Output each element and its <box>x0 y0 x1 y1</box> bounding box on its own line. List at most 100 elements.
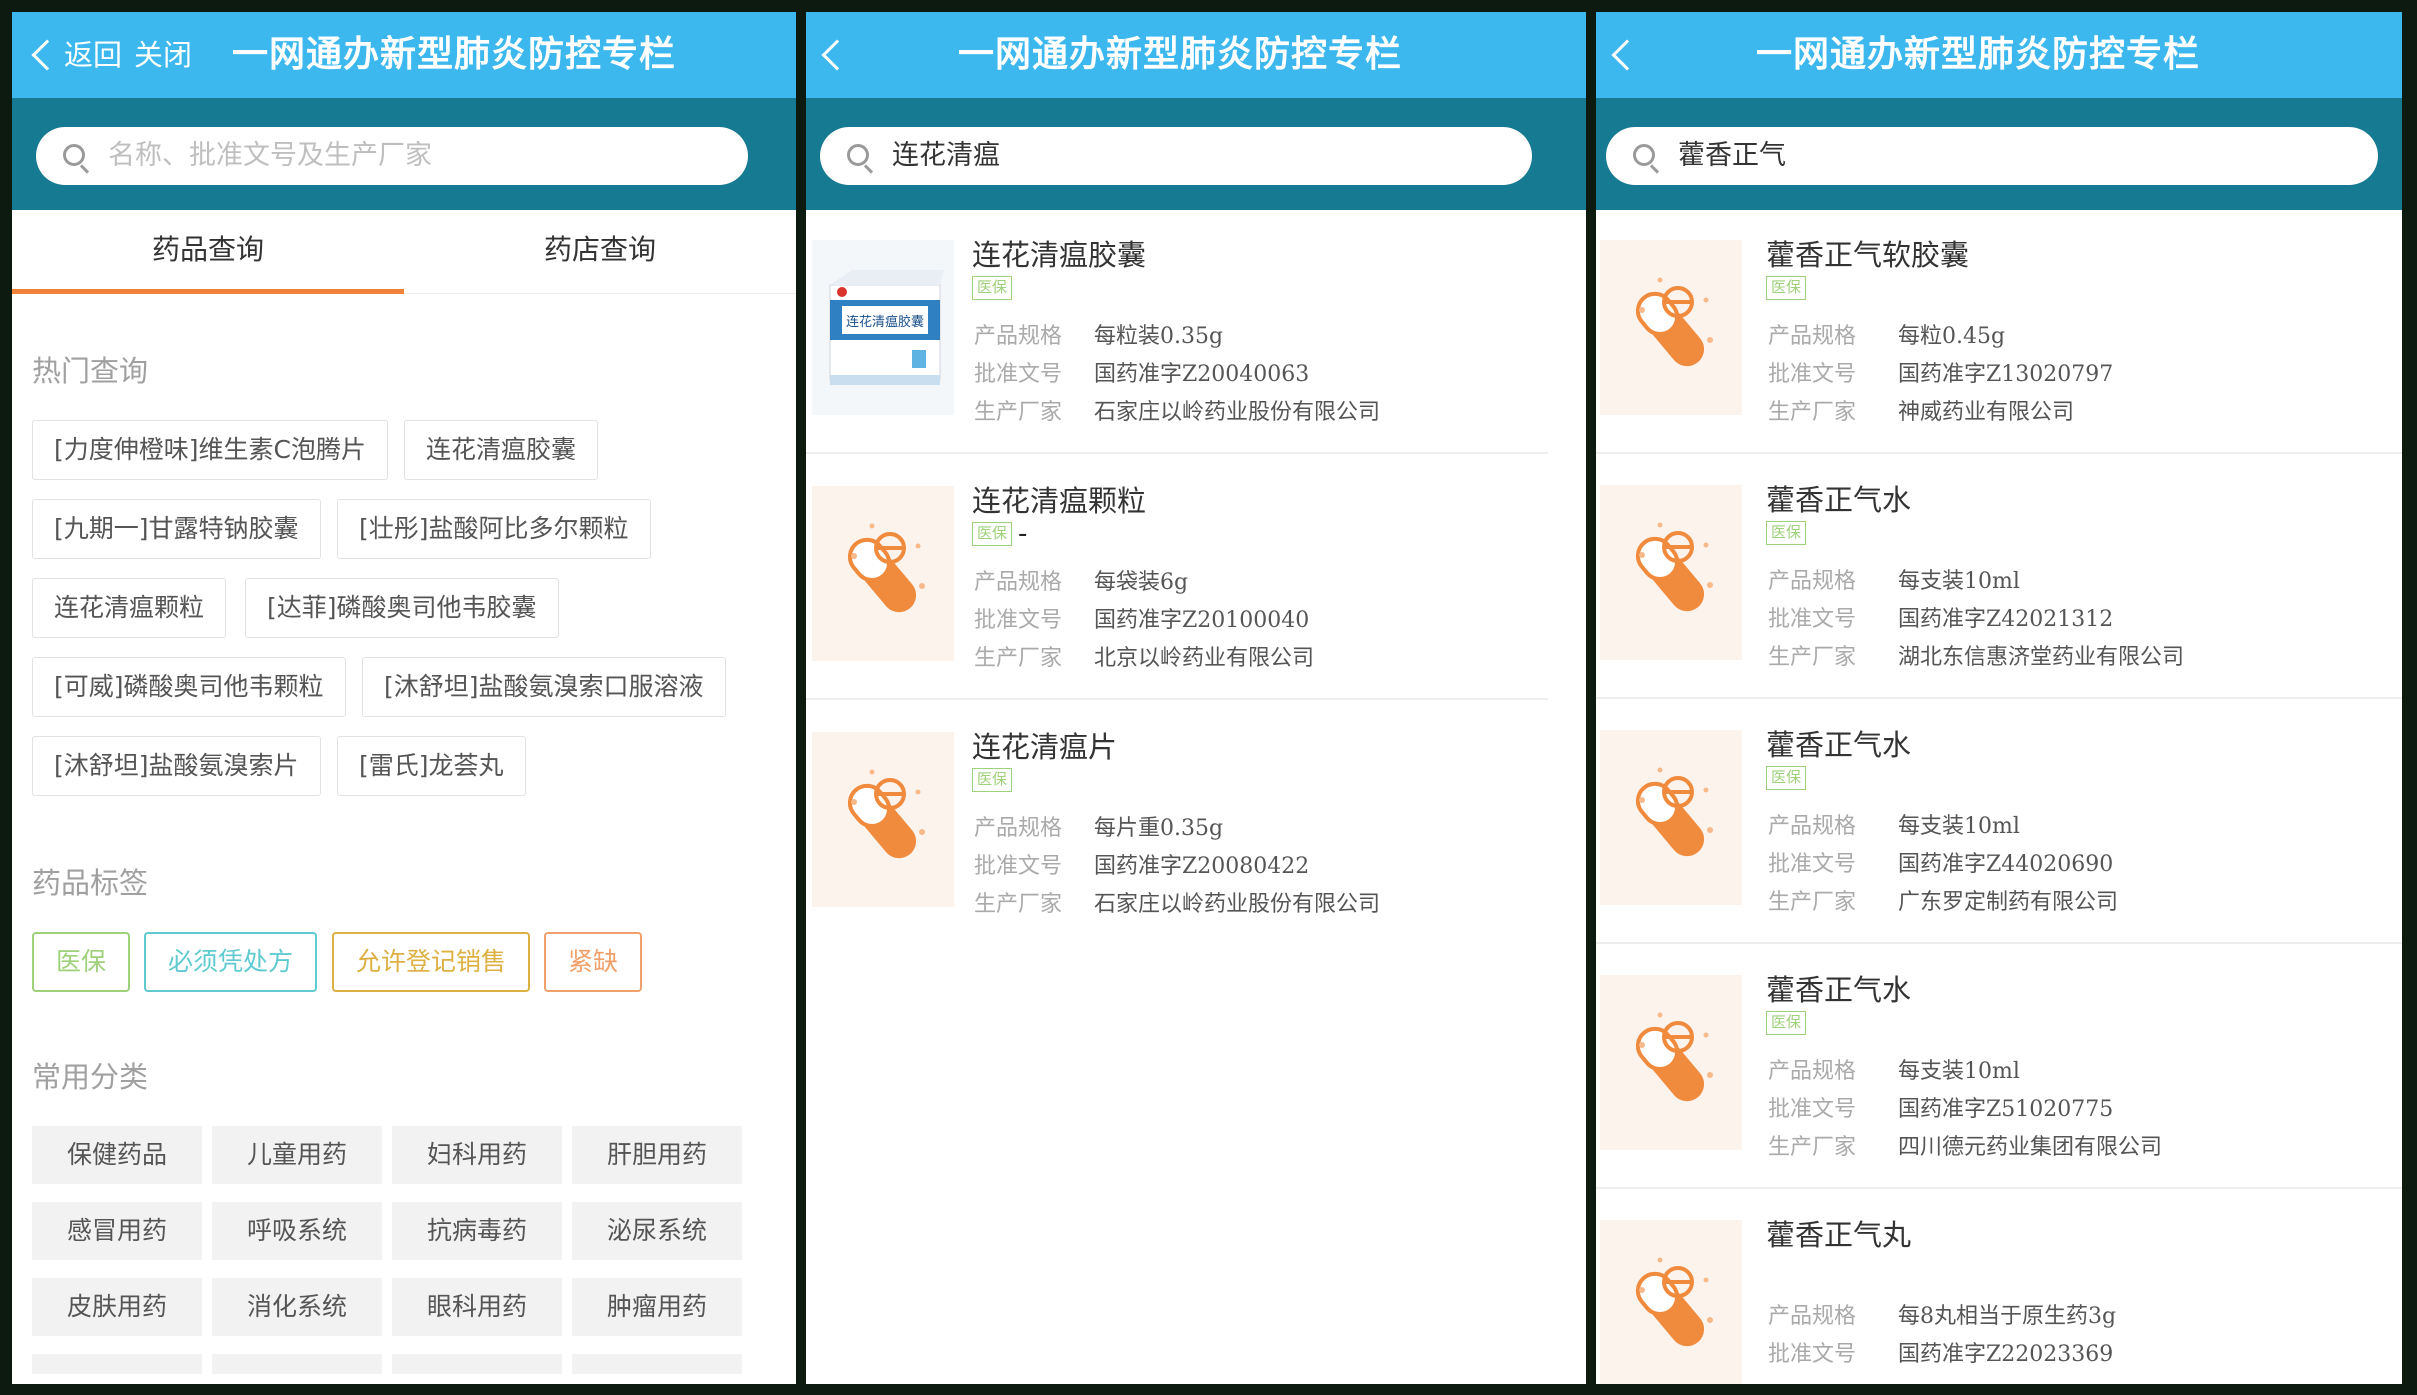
category-item[interactable]: 抗病毒药 <box>392 1202 562 1260</box>
spec-row: 产品规格 每支装10ml <box>1768 1059 2020 1084</box>
lianhua-results-panel: 一网通办新型肺炎防控专栏 连花清瘟 连花清瘟胶囊 连花清瘟胶囊 医保 产品规格 … <box>806 12 1586 1384</box>
spec-row: 产品规格 每支装10ml <box>1768 814 2020 839</box>
spec-row: 产品规格 每粒装0.35g <box>974 324 1224 349</box>
hot-search-chip[interactable]: [力度伸橙味]维生素C泡腾片 <box>32 420 388 480</box>
dash-mark: - <box>1018 519 1028 549</box>
hot-search-chip[interactable]: [可威]磷酸奥司他韦颗粒 <box>32 657 346 717</box>
insurance-badge: 医保 <box>1766 1011 1806 1035</box>
capsule-placeholder-image <box>812 732 954 907</box>
back-button[interactable] <box>1611 12 1644 98</box>
category-item[interactable]: 泌尿系统 <box>572 1202 742 1260</box>
product-box-image: 连花清瘟胶囊 <box>812 240 954 415</box>
hot-search-chip[interactable]: 连花清瘟胶囊 <box>404 420 599 480</box>
category-item[interactable]: 保健药品 <box>32 1126 202 1184</box>
maker-row: 生产厂家 广东罗定制药有限公司 <box>1768 890 2119 915</box>
category-item[interactable]: 眼科用药 <box>392 1278 562 1336</box>
hot-search-chip[interactable]: [九期一]甘露特钠胶囊 <box>32 499 321 559</box>
common-categories-title: 常用分类 <box>32 1060 149 1094</box>
tab-drug-query[interactable]: 药品查询 <box>12 210 404 294</box>
category-item-partial[interactable] <box>32 1354 202 1374</box>
category-item[interactable]: 消化系统 <box>212 1278 382 1336</box>
hot-search-chip[interactable]: [雷氏]龙荟丸 <box>337 736 526 796</box>
result-item[interactable]: 藿香正气水 医保 产品规格 每支装10ml 批准文号 国药准字Z44020690 生… <box>1596 700 2402 944</box>
insurance-badge: 医保 <box>1766 276 1806 300</box>
category-item[interactable]: 皮肤用药 <box>32 1278 202 1336</box>
maker-row: 生产厂家 石家庄以岭药业股份有限公司 <box>974 892 1381 917</box>
result-item[interactable]: 连花清瘟颗粒 医保 - 产品规格 每袋装6g 批准文号 国药准字Z20100040 … <box>806 456 1548 700</box>
category-item[interactable]: 妇科用药 <box>392 1126 562 1184</box>
search-placeholder: 名称、批准文号及生产厂家 <box>108 140 432 171</box>
search-input[interactable]: 藿香正气 <box>1606 127 2378 185</box>
search-band: 藿香正气 <box>1596 98 2402 210</box>
approval-row: 批准文号 国药准字Z42021312 <box>1768 607 2114 632</box>
result-item[interactable]: 藿香正气软胶囊 医保 产品规格 每粒0.45g 批准文号 国药准字Z13020797… <box>1596 210 2402 454</box>
search-input[interactable]: 名称、批准文号及生产厂家 <box>36 127 748 185</box>
product-name: 连花清瘟胶囊 <box>972 238 1147 272</box>
category-item-partial[interactable] <box>572 1354 742 1374</box>
back-button[interactable]: 返回 <box>31 12 122 98</box>
category-item[interactable]: 呼吸系统 <box>212 1202 382 1260</box>
result-item[interactable]: 连花清瘟胶囊 连花清瘟胶囊 医保 产品规格 每粒装0.35g 批准文号 国药准字Z2… <box>806 210 1548 454</box>
maker-row: 生产厂家 四川德元药业集团有限公司 <box>1768 1135 2163 1160</box>
category-item[interactable]: 肿瘤用药 <box>572 1278 742 1336</box>
huoxiang-results-panel: 一网通办新型肺炎防控专栏 藿香正气 藿香正气软胶囊 医保 产品规格 每粒0.45g… <box>1596 12 2402 1384</box>
result-item[interactable]: 藿香正气水 医保 产品规格 每支装10ml 批准文号 国药准字Z42021312 生… <box>1596 455 2402 699</box>
capsule-placeholder-image <box>1600 240 1742 415</box>
hot-search-chip[interactable]: [沐舒坦]盐酸氨溴索口服溶液 <box>362 657 726 717</box>
category-item[interactable]: 感冒用药 <box>32 1202 202 1260</box>
search-icon <box>63 144 85 166</box>
drug-tags-title: 药品标签 <box>32 866 149 900</box>
search-value: 藿香正气 <box>1678 140 1786 171</box>
close-button[interactable]: 关闭 <box>134 12 192 98</box>
category-item[interactable]: 儿童用药 <box>212 1126 382 1184</box>
hot-search-chip[interactable]: [达菲]磷酸奥司他韦胶囊 <box>245 578 559 638</box>
category-item-partial[interactable] <box>212 1354 382 1374</box>
capsule-placeholder-image <box>1600 975 1742 1150</box>
approval-row: 批准文号 国药准字Z20040063 <box>974 362 1310 387</box>
hot-search-chip[interactable]: [壮彤]盐酸阿比多尔颗粒 <box>337 499 651 559</box>
top-bar: 一网通办新型肺炎防控专栏 <box>1596 12 2402 98</box>
insurance-badge: 医保 <box>972 276 1012 300</box>
product-name: 连花清瘟片 <box>972 730 1118 764</box>
product-name: 藿香正气软胶囊 <box>1766 238 1970 272</box>
category-item-partial[interactable] <box>392 1354 562 1374</box>
tag-registration-sale[interactable]: 允许登记销售 <box>332 932 531 992</box>
tag-medical-insurance[interactable]: 医保 <box>32 932 131 992</box>
result-item[interactable]: 藿香正气水 医保 产品规格 每支装10ml 批准文号 国药准字Z51020775 生… <box>1596 945 2402 1189</box>
tag-prescription-required[interactable]: 必须凭处方 <box>144 932 318 992</box>
chevron-left-icon <box>821 39 853 71</box>
spec-row: 产品规格 每片重0.35g <box>974 816 1224 841</box>
maker-row: 生产厂家 湖北东信惠济堂药业有限公司 <box>1768 645 2185 670</box>
page-title: 一网通办新型肺炎防控专栏 <box>958 34 1403 75</box>
search-icon <box>847 144 869 166</box>
insurance-badge: 医保 <box>1766 521 1806 545</box>
search-input[interactable]: 连花清瘟 <box>820 127 1532 185</box>
category-item[interactable]: 肝胆用药 <box>572 1126 742 1184</box>
tab-pharmacy-query[interactable]: 药店查询 <box>404 210 796 290</box>
product-name: 藿香正气水 <box>1766 728 1912 762</box>
result-list: 藿香正气软胶囊 医保 产品规格 每粒0.45g 批准文号 国药准字Z13020797… <box>1596 210 2402 1384</box>
query-tabs: 药品查询 药店查询 <box>12 210 796 294</box>
insurance-badge: 医保 <box>972 522 1012 546</box>
result-item[interactable]: 藿香正气丸 产品规格 每8丸相当于原生药3g 批准文号 国药准字Z22023369 <box>1596 1190 2402 1384</box>
spec-row: 产品规格 每支装10ml <box>1768 569 2020 594</box>
spec-row: 产品规格 每8丸相当于原生药3g <box>1768 1304 2117 1329</box>
back-button[interactable] <box>821 12 854 98</box>
capsule-placeholder-image <box>812 486 954 661</box>
insurance-badge: 医保 <box>972 768 1012 792</box>
spec-row: 产品规格 每粒0.45g <box>1768 324 2006 349</box>
top-bar: 一网通办新型肺炎防控专栏 <box>806 12 1586 98</box>
result-item[interactable]: 连花清瘟片 医保 产品规格 每片重0.35g 批准文号 国药准字Z20080422 … <box>806 702 1586 946</box>
result-list: 连花清瘟胶囊 连花清瘟胶囊 医保 产品规格 每粒装0.35g 批准文号 国药准字Z2… <box>806 210 1586 1384</box>
search-band: 名称、批准文号及生产厂家 <box>12 98 796 210</box>
hot-search-chip[interactable]: 连花清瘟颗粒 <box>32 578 227 638</box>
approval-row: 批准文号 国药准字Z44020690 <box>1768 852 2114 877</box>
hot-search-chip[interactable]: [沐舒坦]盐酸氨溴索片 <box>32 736 321 796</box>
hot-search-title: 热门查询 <box>32 354 149 388</box>
chevron-left-icon <box>1611 39 1643 71</box>
box-label: 连花清瘟胶囊 <box>846 314 924 330</box>
tag-shortage[interactable]: 紧缺 <box>544 932 643 992</box>
page-title: 一网通办新型肺炎防控专栏 <box>232 34 677 75</box>
approval-row: 批准文号 国药准字Z13020797 <box>1768 362 2114 387</box>
maker-row: 生产厂家 北京以岭药业有限公司 <box>974 646 1315 671</box>
